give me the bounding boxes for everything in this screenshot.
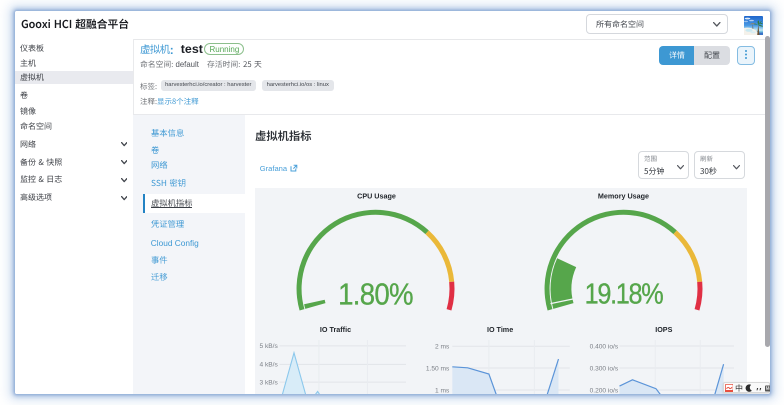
svg-text:4 kB/s: 4 kB/s: [259, 361, 278, 368]
svg-text:0.400 io/s: 0.400 io/s: [589, 343, 618, 350]
svg-text:CPU Usage: CPU Usage: [357, 191, 396, 200]
svg-text:19.18%: 19.18%: [584, 276, 663, 309]
svg-text:2 ms: 2 ms: [435, 343, 450, 350]
svg-text:IO Traffic: IO Traffic: [319, 325, 350, 334]
svg-text:IO Time: IO Time: [486, 325, 512, 334]
svg-text:IOPS: IOPS: [655, 325, 672, 334]
svg-text:3 kB/s: 3 kB/s: [259, 379, 278, 386]
svg-text:Memory Usage: Memory Usage: [597, 191, 648, 200]
svg-text:1.80%: 1.80%: [338, 277, 413, 312]
svg-text:0.200 io/s: 0.200 io/s: [589, 387, 618, 394]
svg-text:1 ms: 1 ms: [435, 387, 450, 394]
svg-text:0.300 io/s: 0.300 io/s: [589, 365, 618, 372]
svg-text:1.50 ms: 1.50 ms: [425, 365, 449, 372]
svg-text:5 kB/s: 5 kB/s: [259, 343, 278, 350]
